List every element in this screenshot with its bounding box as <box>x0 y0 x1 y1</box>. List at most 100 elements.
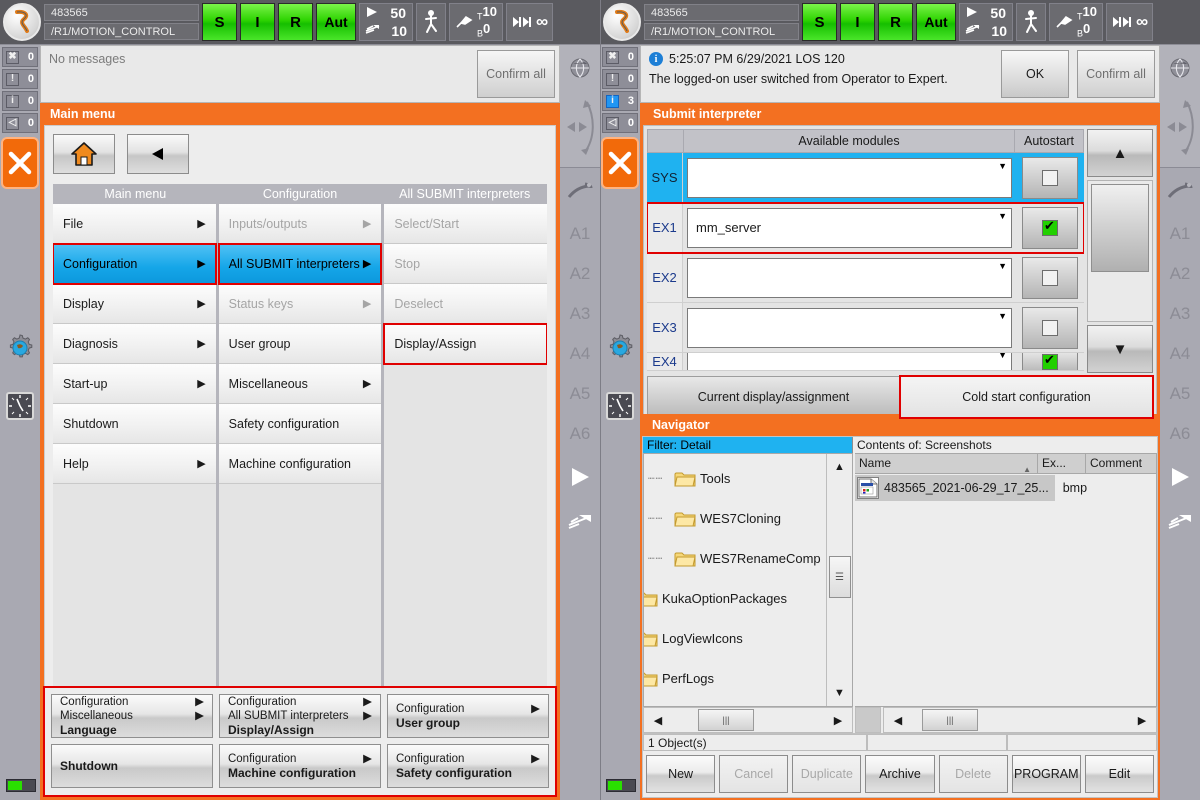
tree-scroll-down-button[interactable]: ▼ <box>834 682 845 704</box>
cancel-button[interactable]: Cancel <box>719 755 789 793</box>
tab-cold-start-configuration[interactable]: Cold start configuration <box>899 375 1154 419</box>
clock-button[interactable] <box>0 377 40 435</box>
chevron-down-icon[interactable]: ▼ <box>998 161 1007 171</box>
menu-item-diagnosis[interactable]: Diagnosis ▶ <box>53 324 216 364</box>
scroll-track[interactable] <box>1087 180 1153 322</box>
menu-item-status-keys[interactable]: Status keys ▶ <box>218 284 382 324</box>
rotation-axis-icon[interactable] <box>560 91 600 163</box>
rotation-axis-icon[interactable] <box>1160 91 1200 163</box>
tree-hscroll-thumb[interactable]: ||| <box>698 709 754 731</box>
menu-item-configuration[interactable]: Configuration ▶ <box>53 243 217 285</box>
scroll-thumb[interactable] <box>1091 184 1149 272</box>
tree-node-tools[interactable]: ┈┈ Tools <box>648 458 826 498</box>
menu-item-display[interactable]: Display ▶ <box>53 284 216 324</box>
home-button[interactable] <box>53 134 115 174</box>
table-row[interactable]: EX3 ▼ <box>647 303 1084 353</box>
tree-scroll-up-button[interactable]: ▲ <box>834 456 845 478</box>
menu-item-inputs-outputs[interactable]: Inputs/outputs ▶ <box>218 204 382 244</box>
column-header-name[interactable]: Name ▲ <box>855 454 1038 474</box>
tree-scroll-track[interactable]: ☰ <box>828 478 852 682</box>
jog-mode-indicator[interactable] <box>416 3 446 41</box>
footer-key-language[interactable]: Configuration ▶ Miscellaneous ▶ Language <box>51 694 213 738</box>
robot-axis-icon[interactable] <box>1160 168 1200 214</box>
archive-button[interactable]: Archive <box>865 755 935 793</box>
module-combobox-ex4[interactable]: ▼ <box>687 353 1012 370</box>
tree-hscroll-track[interactable]: ||| <box>672 708 824 732</box>
jog-hand-icon[interactable] <box>560 500 600 546</box>
increment-display[interactable]: ∞ <box>505 3 554 41</box>
status-key-s[interactable]: S <box>202 3 237 41</box>
axis-label-a4[interactable]: A4 <box>560 334 600 374</box>
status-key-r[interactable]: R <box>878 3 913 41</box>
axis-label-a5[interactable]: A5 <box>560 374 600 414</box>
counter-warning[interactable]: ! 0 <box>602 69 638 89</box>
edit-button[interactable]: Edit <box>1084 755 1154 793</box>
axis-label-a2[interactable]: A2 <box>1160 254 1200 294</box>
back-button[interactable] <box>127 134 189 174</box>
scroll-up-button[interactable]: ▲ <box>1087 129 1153 177</box>
list-hscroll-right-button[interactable]: ▶ <box>1128 714 1156 727</box>
counter-waiting[interactable]: ◁ 0 <box>2 113 38 133</box>
clock-button[interactable] <box>600 377 640 435</box>
delete-button[interactable]: Delete <box>938 755 1008 793</box>
close-window-button[interactable] <box>601 137 639 189</box>
tree-node-kukaoptionpackages[interactable]: KukaOptionPackages <box>644 578 826 618</box>
new-button[interactable]: New <box>646 755 716 793</box>
ok-button[interactable]: OK <box>1001 50 1069 98</box>
settings-clock-button[interactable] <box>600 319 640 377</box>
operating-mode-aut[interactable]: Aut <box>916 3 956 41</box>
program-button[interactable]: PROGRAM <box>1011 755 1081 793</box>
module-combobox-sys[interactable]: ▼ <box>687 157 1012 198</box>
module-combobox-ex2[interactable]: ▼ <box>687 257 1012 298</box>
menu-item-machine-configuration[interactable]: Machine configuration <box>218 444 382 484</box>
list-hscroll-thumb[interactable]: ||| <box>922 709 978 731</box>
axis-label-a2[interactable]: A2 <box>560 254 600 294</box>
status-key-s[interactable]: S <box>802 3 837 41</box>
confirm-all-button-left[interactable]: Confirm all <box>477 50 555 98</box>
operating-mode-aut[interactable]: Aut <box>316 3 356 41</box>
column-header-ext[interactable]: Ex... <box>1038 454 1086 473</box>
list-hscroll-track[interactable]: ||| <box>912 708 1128 732</box>
module-combobox-ex3[interactable]: ▼ <box>687 307 1012 348</box>
tree-node-perflogs[interactable]: PerfLogs <box>644 658 826 698</box>
status-key-i[interactable]: I <box>240 3 275 41</box>
robot-axis-icon[interactable] <box>560 168 600 214</box>
jog-hand-icon[interactable] <box>1160 500 1200 546</box>
tree-hscroll-right-button[interactable]: ▶ <box>824 714 852 727</box>
tree-node-wes7renamecomp[interactable]: ┈┈ WES7RenameComp <box>648 538 826 578</box>
filter-label[interactable]: Filter: Detail <box>643 437 853 453</box>
menu-item-all-submit-interpreters[interactable]: All SUBMIT interpreters ▶ <box>217 243 383 285</box>
menu-item-file[interactable]: File ▶ <box>53 204 216 244</box>
kuka-logo-icon[interactable] <box>603 3 641 41</box>
message-text-left[interactable]: No messages <box>41 46 473 102</box>
footer-key-machine-configuration[interactable]: Configuration ▶ Machine configuration <box>218 744 381 788</box>
counter-error[interactable]: ✖ 0 <box>2 47 38 67</box>
robot-name[interactable]: 483565 <box>44 4 199 21</box>
menu-item-select-start[interactable]: Select/Start <box>384 204 547 244</box>
autostart-toggle-ex1[interactable] <box>1022 206 1078 249</box>
menu-item-startup[interactable]: Start-up ▶ <box>53 364 216 404</box>
tree-node-wes7cloning[interactable]: ┈┈ WES7Cloning <box>648 498 826 538</box>
footer-key-user-group[interactable]: Configuration ▶ User group <box>386 694 549 738</box>
menu-item-deselect[interactable]: Deselect <box>384 284 547 324</box>
jog-mode-indicator[interactable] <box>1016 3 1046 41</box>
autostart-toggle-ex4[interactable] <box>1022 353 1078 370</box>
increment-display[interactable]: ∞ <box>1105 3 1154 41</box>
tree-node-logviewicons[interactable]: LogViewIcons <box>644 618 826 658</box>
module-combobox-ex1[interactable]: mm_server ▼ <box>687 207 1012 248</box>
chevron-down-icon[interactable]: ▼ <box>998 311 1007 321</box>
duplicate-button[interactable]: Duplicate <box>792 755 862 793</box>
tool-base-display[interactable]: T10 B0 <box>1049 3 1103 41</box>
list-hscroll-left-button[interactable]: ◀ <box>884 714 912 727</box>
message-text-right[interactable]: i 5:25:07 PM 6/29/2021 LOS 120 The logge… <box>641 46 997 102</box>
tree-hscroll-left-button[interactable]: ◀ <box>644 714 672 727</box>
chevron-down-icon[interactable]: ▼ <box>998 261 1007 271</box>
program-run-icon[interactable] <box>1160 454 1200 500</box>
autostart-toggle-sys[interactable] <box>1022 156 1078 199</box>
tool-base-display[interactable]: T10 B0 <box>449 3 503 41</box>
footer-key-shutdown[interactable]: Shutdown <box>51 744 213 788</box>
table-row[interactable]: EX2 ▼ <box>647 253 1084 303</box>
menu-item-safety-configuration[interactable]: Safety configuration <box>218 404 382 444</box>
kuka-logo-icon[interactable] <box>3 3 41 41</box>
axis-label-a4[interactable]: A4 <box>1160 334 1200 374</box>
